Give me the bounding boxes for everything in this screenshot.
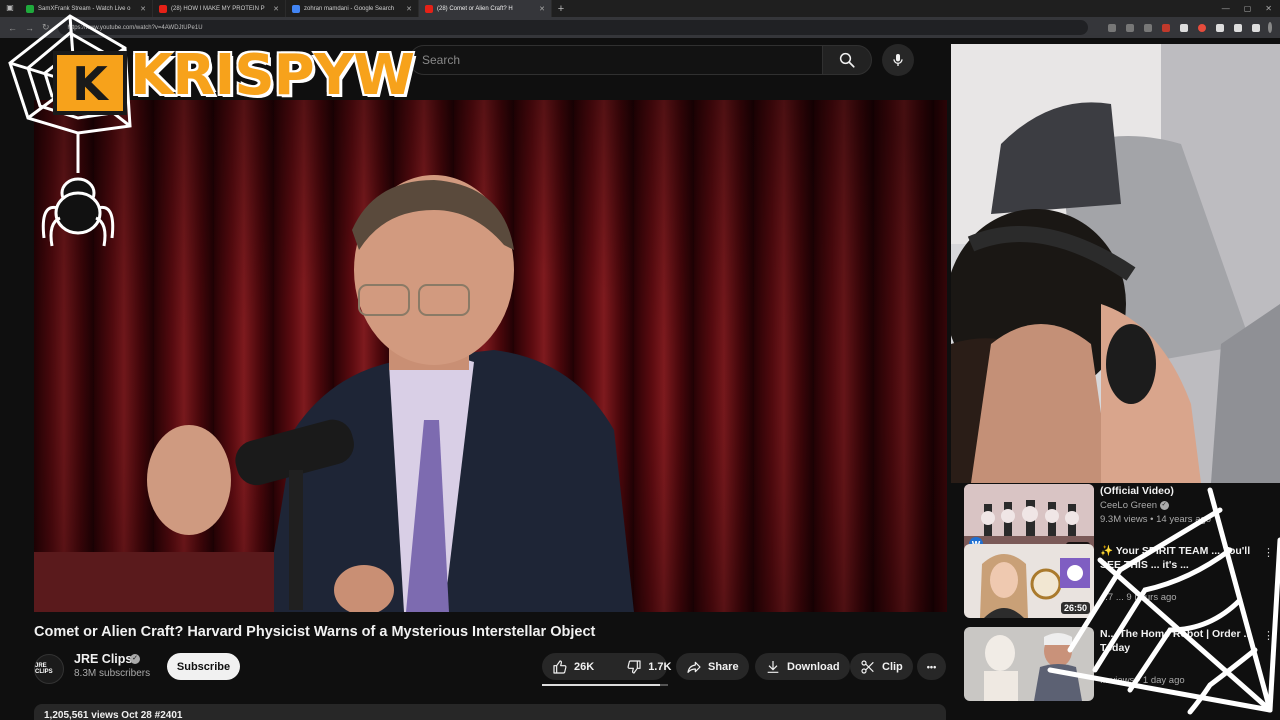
- subscriber-count: 8.3M subscribers: [74, 668, 151, 679]
- search-input[interactable]: Search: [409, 45, 824, 75]
- like-dislike-group: 26K 1.7K: [542, 653, 671, 680]
- extension-icon[interactable]: [1179, 23, 1188, 32]
- extension-icon[interactable]: [1125, 23, 1134, 32]
- tab-close-icon[interactable]: ✕: [539, 5, 545, 13]
- logo-text: KRISPYW: [128, 43, 416, 108]
- thumbs-up-icon: [553, 659, 567, 674]
- channel-avatar[interactable]: JRE CLIPS: [34, 654, 64, 684]
- new-tab-button[interactable]: +: [552, 3, 570, 15]
- clip-button[interactable]: Clip: [850, 653, 913, 680]
- streamer-logo-overlay: K KRISPYW: [0, 8, 417, 248]
- download-label: Download: [787, 660, 840, 673]
- window-controls: — ▢ ✕: [1222, 4, 1280, 13]
- spider-icon: [41, 177, 115, 247]
- extension-icon[interactable]: [1107, 23, 1116, 32]
- bookmark-star-icon[interactable]: [1143, 23, 1152, 32]
- minimize-icon[interactable]: —: [1222, 4, 1230, 13]
- tab-label: (28) Comet or Alien Craft? H: [437, 5, 513, 12]
- clip-label: Clip: [882, 660, 903, 673]
- subscribe-button[interactable]: Subscribe: [167, 653, 240, 680]
- browser-tab-4[interactable]: (28) Comet or Alien Craft? H ✕: [419, 0, 552, 17]
- webcam-overlay: [951, 44, 1280, 483]
- verified-check-icon: ✓: [130, 654, 140, 664]
- like-count: 26K: [574, 660, 595, 673]
- microphone-icon: [893, 54, 903, 66]
- voice-search-button[interactable]: [882, 44, 914, 76]
- close-window-icon[interactable]: ✕: [1265, 4, 1272, 13]
- extension-icon[interactable]: [1233, 23, 1242, 32]
- maximize-icon[interactable]: ▢: [1244, 4, 1252, 13]
- like-button[interactable]: 26K: [542, 653, 604, 680]
- share-icon: [687, 661, 701, 673]
- video-frame-desk: [34, 552, 274, 612]
- channel-name[interactable]: JRE Clips: [74, 652, 132, 666]
- extension-icon[interactable]: [1215, 23, 1224, 32]
- video-actions-row: JRE CLIPS JRE Clips ✓ 8.3M subscribers S…: [34, 652, 946, 686]
- like-ratio-bar: [542, 684, 668, 686]
- extension-icons: [1107, 23, 1260, 32]
- extension-icon[interactable]: [1161, 23, 1170, 32]
- download-button[interactable]: Download: [755, 653, 850, 680]
- more-actions-button[interactable]: •••: [917, 653, 946, 680]
- description-box[interactable]: 1,205,561 views Oct 28 #2401: [34, 704, 946, 720]
- extensions-puzzle-icon[interactable]: [1251, 23, 1260, 32]
- profile-avatar[interactable]: [1267, 22, 1272, 33]
- thumbs-down-icon: [627, 659, 641, 674]
- tab-favicon: [425, 4, 433, 13]
- webcam-feed: [951, 44, 1280, 483]
- dislike-count: 1.7K: [648, 660, 672, 673]
- dislike-button[interactable]: 1.7K: [616, 653, 681, 680]
- video-title: Comet or Alien Craft? Harvard Physicist …: [34, 624, 596, 640]
- search-button[interactable]: [822, 45, 872, 75]
- scissors-icon: [861, 659, 874, 674]
- svg-text:K: K: [72, 57, 110, 111]
- share-button[interactable]: Share: [676, 653, 749, 680]
- like-ratio-fill: [542, 684, 661, 686]
- tab-close-icon[interactable]: ✕: [406, 5, 412, 13]
- extension-icon[interactable]: [1197, 23, 1206, 32]
- search-icon: [839, 52, 855, 68]
- download-icon: [767, 660, 779, 673]
- spiderweb-decoration: [1047, 487, 1280, 715]
- share-label: Share: [708, 660, 739, 673]
